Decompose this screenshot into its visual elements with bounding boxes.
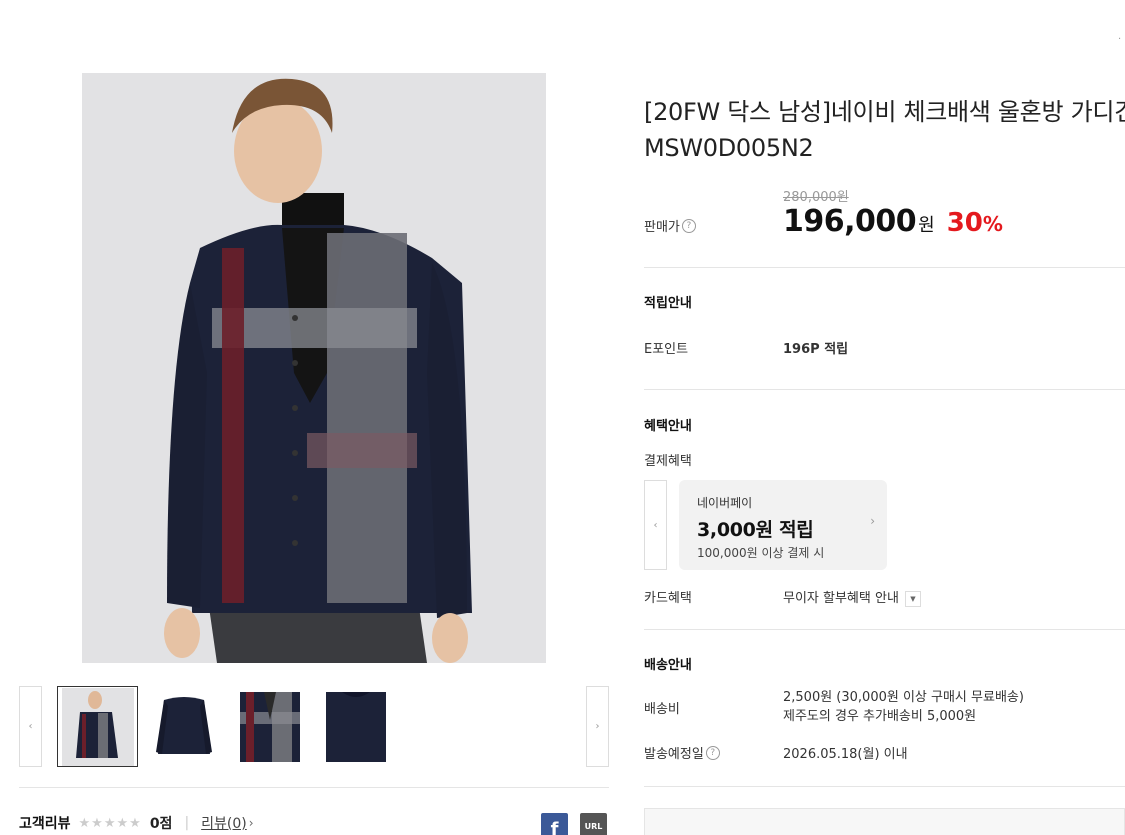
- original-price: 280,000원: [783, 190, 849, 205]
- thumbnail-model-front[interactable]: [57, 686, 138, 767]
- chevron-right-icon: ›: [870, 514, 875, 528]
- shipping-section-title: 배송안내: [644, 658, 692, 673]
- currency-unit: 원: [918, 215, 935, 236]
- review-count-link[interactable]: 리뷰(0): [201, 813, 247, 833]
- divider: [644, 267, 1125, 268]
- epoint-label: E포인트: [644, 342, 689, 357]
- benefit-card-name: 네이버페이: [697, 496, 753, 510]
- installment-info-link[interactable]: 무이자 할부혜택 안내: [783, 591, 899, 606]
- divider: [644, 786, 1125, 787]
- star-rating-icon: ★★★★★: [78, 815, 142, 831]
- payment-benefit-label: 결제혜택: [644, 454, 692, 469]
- benefit-card-amount: 3,000원 적립: [697, 519, 814, 541]
- review-separator: |: [184, 815, 190, 831]
- price-label: 판매가 ?: [644, 216, 696, 235]
- epoint-value: 196P 적립: [783, 342, 849, 357]
- product-title-line1: [20FW 닥스 남성]네이비 체크배색 울혼방 가디건: [644, 98, 1125, 126]
- review-title: 고객리뷰: [19, 816, 71, 832]
- review-score: 0점: [149, 816, 173, 832]
- chevron-left-icon: ‹: [653, 519, 658, 531]
- option-select-box[interactable]: [644, 808, 1125, 835]
- thumbnail-prev-button[interactable]: ‹: [19, 686, 42, 767]
- shipping-fee-label: 배송비: [644, 702, 680, 717]
- discount-value: 30: [946, 208, 983, 238]
- chevron-right-icon: ›: [248, 816, 254, 830]
- thumbnail-next-button[interactable]: ›: [586, 686, 609, 767]
- help-icon[interactable]: ?: [681, 218, 696, 233]
- chevron-left-icon: ‹: [28, 721, 33, 732]
- shipping-fee-value: 2,500원 (30,000원 이상 구매시 무료배송) 제주도의 경우 추가배…: [783, 688, 1024, 726]
- divider: [644, 389, 1125, 390]
- thumbnail-back-dark[interactable]: [315, 686, 396, 767]
- card-benefit-value[interactable]: 무이자 할부혜택 안내 ▼: [783, 587, 921, 607]
- facebook-share-icon[interactable]: f: [541, 813, 568, 835]
- discount-percent: %: [982, 212, 1003, 236]
- benefits-section-title: 혜택안내: [644, 419, 692, 434]
- chevron-right-icon: ›: [595, 721, 600, 732]
- top-corner-mark: ·: [1118, 34, 1122, 45]
- shipping-fee-line1: 2,500원 (30,000원 이상 구매시 무료배송): [783, 690, 1024, 705]
- url-copy-icon[interactable]: URL: [580, 813, 607, 835]
- product-title: [20FW 닥스 남성]네이비 체크배색 울혼방 가디건 MSW0D005N2: [644, 94, 1125, 166]
- review-summary: 고객리뷰 ★★★★★ 0점 | 리뷰(0) ›: [19, 813, 254, 833]
- naverpay-benefit-card[interactable]: 네이버페이 3,000원 적립 100,000원 이상 결제 시 ›: [679, 480, 887, 570]
- sale-price-row: 196,000 원 30%: [783, 204, 1003, 239]
- help-icon[interactable]: ?: [705, 745, 720, 760]
- benefit-card-condition: 100,000원 이상 결제 시: [697, 546, 825, 560]
- thumbnail-check-detail[interactable]: [229, 686, 310, 767]
- price-label-text: 판매가: [644, 220, 680, 235]
- gallery-divider: [19, 787, 609, 788]
- product-code: MSW0D005N2: [644, 134, 814, 162]
- main-product-image[interactable]: [82, 73, 546, 663]
- sale-price: 196,000: [783, 204, 917, 239]
- divider: [644, 629, 1125, 630]
- discount-rate: 30%: [947, 208, 1003, 238]
- ship-date-label-text: 발송예정일: [644, 747, 704, 762]
- ship-date-value: 2026.05.18(월) 이내: [783, 747, 908, 762]
- payment-carousel-prev[interactable]: ‹: [644, 480, 667, 570]
- points-section-title: 적립안내: [644, 296, 692, 311]
- dropdown-arrow-icon[interactable]: ▼: [904, 590, 921, 607]
- shipping-fee-line2: 제주도의 경우 추가배송비 5,000원: [783, 709, 977, 724]
- thumbnail-cardigan-back[interactable]: [143, 686, 224, 767]
- card-benefit-label: 카드혜택: [644, 591, 692, 606]
- ship-date-label: 발송예정일 ?: [644, 743, 720, 762]
